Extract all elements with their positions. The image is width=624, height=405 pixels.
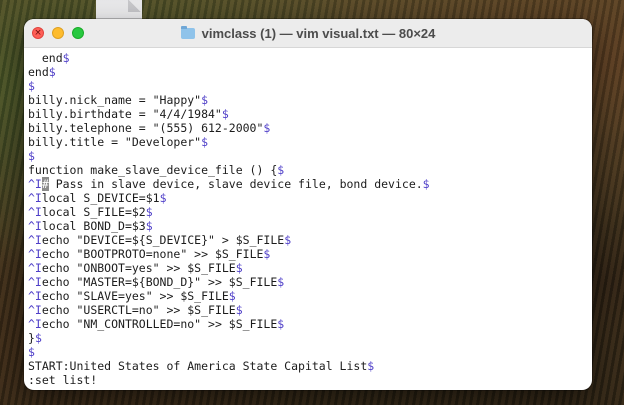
command-line[interactable]: :set list! (28, 373, 592, 387)
tab-marker: ^I (28, 247, 42, 261)
line-text: echo "SLAVE=yes" >> $S_FILE (41, 289, 229, 303)
line-text: echo "MASTER=${BOND_D}" >> $S_FILE (41, 275, 278, 289)
buffer-line: ^Iecho "DEVICE=${S_DEVICE}" > $S_FILE$ (28, 233, 592, 247)
tab-marker: ^I (28, 233, 42, 247)
tab-marker: ^I (28, 219, 42, 233)
eol-marker: $ (263, 121, 271, 135)
eol-marker: $ (28, 79, 35, 93)
line-text: billy.birthdate = "4/4/1984" (28, 107, 222, 121)
eol-marker: $ (277, 275, 285, 289)
buffer-line: ^Ilocal S_FILE=$2$ (28, 205, 592, 219)
buffer-line: ^Iecho "MASTER=${BOND_D}" >> $S_FILE$ (28, 275, 592, 289)
eol-marker: $ (201, 135, 209, 149)
buffer-line: ^Iecho "NM_CONTROLLED=no" >> $S_FILE$ (28, 317, 592, 331)
buffer-line: billy.nick_name = "Happy"$ (28, 93, 592, 107)
line-text: billy.title = "Developer" (28, 135, 202, 149)
tab-marker: ^I (28, 261, 42, 275)
eol-marker: $ (28, 345, 35, 359)
buffer-line: end$ (28, 65, 592, 79)
vim-editor-area[interactable]: end$ end$ $ billy.nick_name = "Happy"$ billy… (24, 48, 592, 390)
line-text: Pass in slave device, slave device file,… (48, 177, 423, 191)
eol-marker: $ (284, 233, 292, 247)
window-title: vimclass (1) — vim visual.txt — 80×24 (201, 25, 436, 41)
buffer-line: billy.title = "Developer"$ (28, 135, 592, 149)
buffer-line: billy.telephone = "(555) 612-2000"$ (28, 121, 592, 135)
tab-marker: ^I (28, 205, 42, 219)
eol-marker: $ (159, 191, 167, 205)
line-text: end (28, 51, 63, 65)
tab-marker: ^I (28, 289, 42, 303)
line-text: billy.telephone = "(555) 612-2000" (28, 121, 264, 135)
buffer-line: ^Ilocal BOND_D=$3$ (28, 219, 592, 233)
eol-marker: $ (48, 65, 56, 79)
tab-marker: ^I (28, 177, 42, 191)
eol-marker: $ (367, 359, 375, 373)
buffer-line: ^Ilocal S_DEVICE=$1$ (28, 191, 592, 205)
eol-marker: $ (277, 163, 285, 177)
buffer-line: $ (28, 149, 592, 163)
line-text: billy.nick_name = "Happy" (28, 93, 202, 107)
line-text: end (28, 65, 49, 79)
eol-marker: $ (28, 149, 35, 163)
buffer-line: ^Iecho "SLAVE=yes" >> $S_FILE$ (28, 289, 592, 303)
eol-marker: $ (228, 289, 236, 303)
title-bar[interactable]: × vimclass (1) — vim visual.txt — 80×24 (24, 19, 592, 48)
buffer-line: ^Iecho "BOOTPROTO=none" >> $S_FILE$ (28, 247, 592, 261)
line-text: echo "ONBOOT=yes" >> $S_FILE (41, 261, 236, 275)
eol-marker: $ (221, 107, 229, 121)
buffer-line: billy.birthdate = "4/4/1984"$ (28, 107, 592, 121)
line-text: } (28, 331, 35, 345)
eol-marker: $ (235, 303, 243, 317)
line-text: echo "NM_CONTROLLED=no" >> $S_FILE (41, 317, 278, 331)
eol-marker: $ (34, 331, 42, 345)
eol-marker: $ (201, 93, 209, 107)
buffer-line: START:United States of America State Cap… (28, 359, 592, 373)
buffer-line: $ (28, 79, 592, 93)
folder-icon (180, 26, 195, 39)
eol-marker: $ (145, 205, 153, 219)
buffer-line: }$ (28, 331, 592, 345)
text-cursor[interactable]: # (41, 177, 49, 191)
title-group: vimclass (1) — vim visual.txt — 80×24 (24, 19, 592, 47)
tab-marker: ^I (28, 275, 42, 289)
eol-marker: $ (263, 247, 271, 261)
line-text: echo "USERCTL=no" >> $S_FILE (41, 303, 236, 317)
eol-marker: $ (145, 219, 153, 233)
tab-marker: ^I (28, 191, 42, 205)
line-text: START:United States of America State Cap… (28, 359, 368, 373)
eol-marker: $ (422, 177, 430, 191)
terminal-window: × vimclass (1) — vim visual.txt — 80×24 … (24, 19, 592, 390)
buffer-line: function make_slave_device_file () {$ (28, 163, 592, 177)
buffer-line: $ (28, 345, 592, 359)
line-text: local BOND_D=$3 (41, 219, 146, 233)
line-text: local S_FILE=$2 (41, 205, 146, 219)
eol-marker: $ (62, 51, 70, 65)
buffer-line: ^Iecho "ONBOOT=yes" >> $S_FILE$ (28, 261, 592, 275)
line-text: echo "DEVICE=${S_DEVICE}" > $S_FILE (41, 233, 285, 247)
eol-marker: $ (277, 317, 285, 331)
buffer-line: end$ (28, 51, 592, 65)
line-text: local S_DEVICE=$1 (41, 191, 160, 205)
eol-marker: $ (235, 261, 243, 275)
line-text: echo "BOOTPROTO=none" >> $S_FILE (41, 247, 264, 261)
tab-marker: ^I (28, 303, 42, 317)
line-text: function make_slave_device_file () { (28, 163, 278, 177)
buffer-line: ^I# Pass in slave device, slave device f… (28, 177, 592, 191)
buffer-line: ^Iecho "USERCTL=no" >> $S_FILE$ (28, 303, 592, 317)
tab-marker: ^I (28, 317, 42, 331)
